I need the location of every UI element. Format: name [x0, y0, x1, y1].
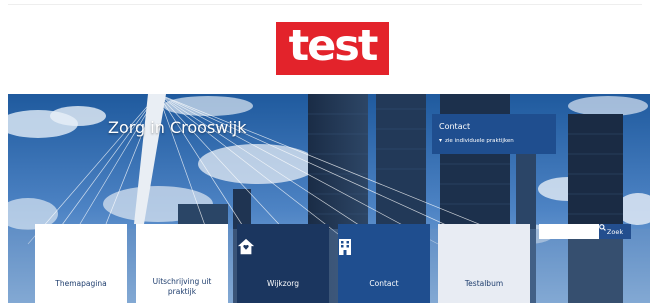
location-pin-icon: ▾	[439, 137, 443, 144]
tile-label: Contact	[369, 278, 399, 288]
page-title: Zorg in Crooswijk	[108, 118, 247, 137]
contact-panel: Contact ▾ zie individuele praktijken	[432, 114, 556, 154]
contact-title: Contact	[439, 122, 471, 131]
site-header: test	[0, 0, 650, 94]
contact-link-text: zie individuele praktijken	[445, 138, 514, 144]
tile-label: Themapagina	[55, 278, 107, 288]
tile-uitschrijving[interactable]: Uitschrijving uit praktijk	[136, 224, 228, 303]
hero-banner: Zorg in Crooswijk Contact ▾ zie individue…	[8, 94, 650, 303]
tile-label: Uitschrijving uit praktijk	[152, 276, 212, 296]
tile-testalbum[interactable]: Testalbum	[438, 224, 530, 303]
tile-themapagina[interactable]: Themapagina	[35, 224, 127, 303]
contact-link[interactable]: ▾ zie individuele praktijken	[439, 137, 514, 144]
tile-contact[interactable]: Contact	[338, 224, 430, 303]
site-logo[interactable]: test	[276, 22, 389, 75]
search-input[interactable]	[539, 224, 599, 239]
search-icon	[599, 224, 606, 231]
tile-wijkzorg[interactable]: Wijkzorg	[237, 224, 329, 303]
header-divider	[8, 4, 642, 5]
search-button-label: Zoek	[606, 227, 624, 236]
tile-label: Testalbum	[464, 278, 504, 288]
tile-label: Wijkzorg	[267, 278, 299, 288]
logo-text: test	[288, 21, 379, 71]
search-button[interactable]: Zoek	[599, 224, 631, 239]
